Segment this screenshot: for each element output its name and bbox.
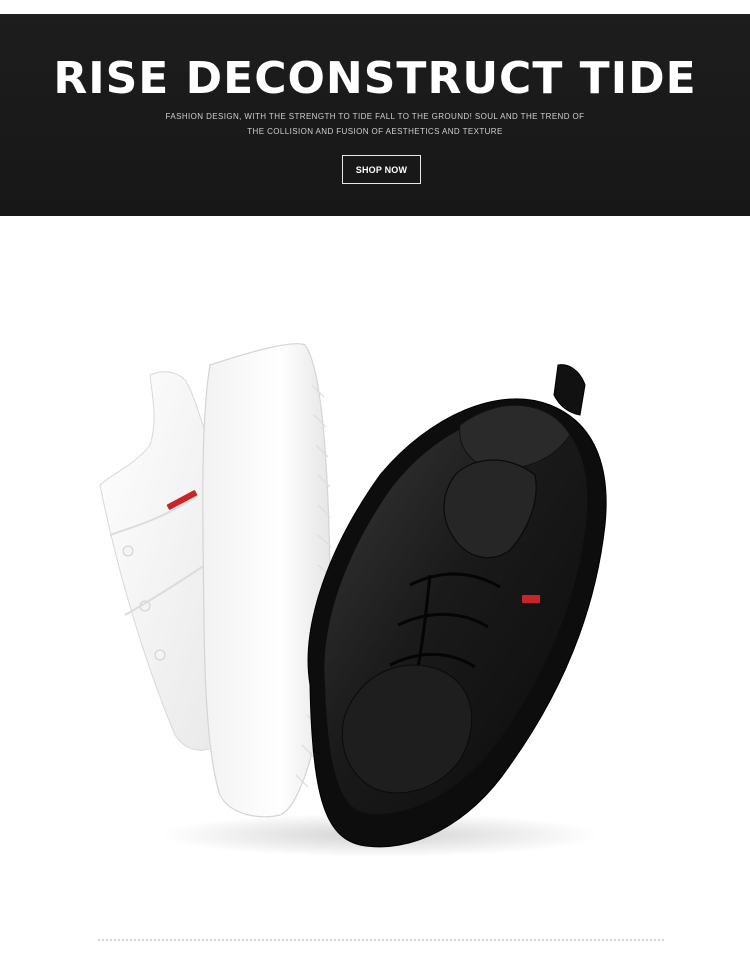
dotted-divider [98,939,664,941]
hero-subtitle-line-2: THE COLLISION AND FUSION OF AESTHETICS A… [247,127,503,136]
shop-now-button[interactable]: SHOP NOW [342,155,421,184]
hero-banner: RISE DECONSTRUCT TIDE FASHION DESIGN, WI… [0,14,750,216]
sneakers-pair-image [99,343,607,857]
black-sneaker [307,364,607,848]
hero-title: RISE DECONSTRUCT TIDE [53,53,697,104]
hero-subtitle-line-1: FASHION DESIGN, WITH THE STRENGTH TO TID… [165,112,585,121]
product-image [80,325,640,865]
hero-subtitle: FASHION DESIGN, WITH THE STRENGTH TO TID… [150,109,600,139]
white-sneaker [99,343,332,818]
